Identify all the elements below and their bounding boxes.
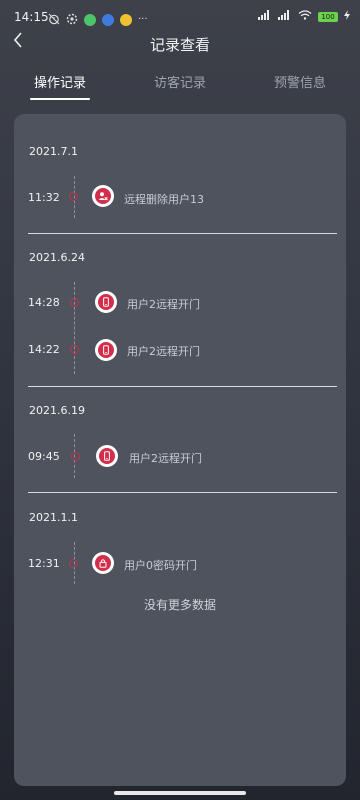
timeline-line [74,282,75,374]
delete-user-icon [92,185,114,207]
group-divider [28,233,337,234]
tab-bar: 操作记录 访客记录 预警信息 [0,66,360,102]
group-date: 2021.6.19 [29,404,85,417]
record-text: 用户2远程开门 [127,345,200,358]
timeline-dot [71,452,80,461]
system-icons: 100 [258,10,350,23]
record-text: 用户2远程开门 [127,298,200,311]
lock-icon [92,552,114,574]
phone-icon [95,339,117,361]
record-time: 14:28 [28,296,60,309]
no-more-data-text: 没有更多数据 [143,598,216,612]
wechat-icon [84,13,96,26]
record-time: 11:32 [28,191,60,204]
phone-icon [96,445,118,467]
tab-operation-records[interactable]: 操作记录 [34,72,86,91]
active-tab-indicator [30,98,90,100]
record-text: 远程删除用户13 [124,193,204,206]
record-time: 12:31 [28,557,60,570]
group-date: 2021.7.1 [29,145,78,158]
records-card: 2021.7.1 11:32 远程删除用户13 2021.6.24 14:28 … [14,114,346,786]
tab-warning-info[interactable]: 预警信息 [274,72,326,91]
record-text: 用户2远程开门 [129,452,202,465]
charging-icon [344,10,350,23]
wifi-icon [298,10,312,23]
group-date: 2021.6.24 [29,251,85,264]
battery-icon: 100 [318,11,338,22]
timeline-dot [69,559,78,568]
app-icon [120,13,132,26]
tab-visitor-records[interactable]: 访客记录 [154,72,206,91]
group-divider [28,386,337,387]
timeline-dot [70,345,79,354]
group-divider [28,492,337,493]
timeline-dot [70,298,79,307]
record-time: 14:22 [28,343,60,356]
more-notifications: ··· [138,14,148,25]
record-text: 用户0密码开门 [124,559,197,572]
page-title: 记录查看 [149,36,210,54]
title-bar: 记录查看 [0,26,360,60]
status-time: 14:15 [14,10,49,24]
phone-icon [95,291,117,313]
video-icon [102,13,114,26]
signal-icon-2 [278,10,292,23]
home-indicator[interactable] [114,791,246,795]
record-time: 09:45 [28,450,60,463]
group-date: 2021.1.1 [29,511,78,524]
timeline-dot [69,192,78,201]
signal-icon [258,10,272,23]
